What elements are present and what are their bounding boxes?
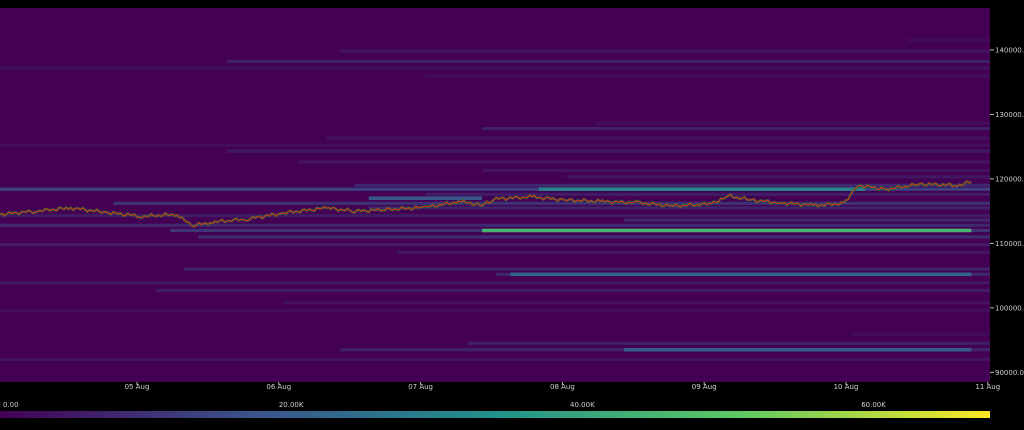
liquidity-band <box>0 66 990 70</box>
liquidity-band <box>113 201 990 205</box>
liquidity-band <box>326 136 990 140</box>
liquidity-band <box>226 149 990 153</box>
liquidity-band <box>198 235 990 239</box>
x-tick-label: 08 Aug <box>550 383 575 391</box>
y-axis-background <box>990 0 1024 426</box>
x-tick-label: 07 Aug <box>408 383 433 391</box>
liquidity-band <box>0 243 990 247</box>
liquidity-band <box>482 126 990 131</box>
y-tick-label: 110000.0 <box>995 240 1024 248</box>
colorbar-tick-label: 40.00K <box>570 401 595 409</box>
liquidity-hotspot <box>368 196 483 201</box>
colorbar-ticks: 0.00 20.00K 40.00K 60.00K <box>3 401 886 409</box>
liquidity-band <box>425 192 990 196</box>
liquidity-band <box>0 357 990 362</box>
y-tick-label: 120000.0 <box>995 175 1024 183</box>
liquidity-band <box>623 218 990 222</box>
liquidity-band <box>425 74 990 78</box>
liquidity-band <box>595 121 990 126</box>
liquidity-band <box>184 267 991 271</box>
liquidity-band <box>340 49 990 53</box>
x-tick-label: 11 Aug <box>975 383 1000 391</box>
y-tick-label: 130000.0 <box>995 111 1024 119</box>
liquidity-band <box>0 281 990 285</box>
x-axis: 05 Aug 06 Aug 07 Aug 08 Aug 09 Aug 10 Aug 11 A… <box>125 382 1000 391</box>
x-tick-label: 06 Aug <box>266 383 291 391</box>
heatmap-svg: 140000.0 130000.0 120000.0 110000.0 100000.0… <box>0 0 1024 426</box>
colorbar-tick-label: 20.00K <box>279 401 304 409</box>
liquidity-band <box>0 223 990 227</box>
colorbar-tick-label: 60.00K <box>861 401 886 409</box>
x-tick-label: 05 Aug <box>125 383 150 391</box>
colorbar <box>0 411 990 418</box>
liquidity-hotspot <box>623 347 972 352</box>
liquidity-heatmap-chart: 140000.0 130000.0 120000.0 110000.0 100000.0… <box>0 0 1024 426</box>
y-tick-label: 90000.0 <box>995 369 1024 377</box>
liquidity-hotspot <box>538 187 865 191</box>
x-tick-label: 10 Aug <box>834 383 859 391</box>
x-tick-label: 09 Aug <box>692 383 717 391</box>
y-tick-label: 140000.0 <box>995 46 1024 54</box>
liquidity-hotspot <box>510 272 972 277</box>
liquidity-band <box>907 38 990 42</box>
liquidity-band <box>0 308 990 313</box>
liquidity-band <box>482 168 990 173</box>
liquidity-band <box>567 175 990 179</box>
liquidity-hotspot <box>482 228 972 233</box>
liquidity-band <box>467 341 990 345</box>
liquidity-band <box>155 288 991 293</box>
liquidity-band <box>0 143 990 147</box>
y-tick-label: 100000.0 <box>995 304 1024 312</box>
y-axis: 140000.0 130000.0 120000.0 110000.0 100000.0… <box>990 0 1024 426</box>
liquidity-band <box>297 160 990 164</box>
liquidity-band <box>850 332 990 336</box>
liquidity-band <box>226 59 990 64</box>
colorbar-tick-label: 0.00 <box>3 401 19 409</box>
liquidity-band <box>283 301 991 305</box>
liquidity-band <box>354 183 990 187</box>
liquidity-band <box>397 250 990 254</box>
